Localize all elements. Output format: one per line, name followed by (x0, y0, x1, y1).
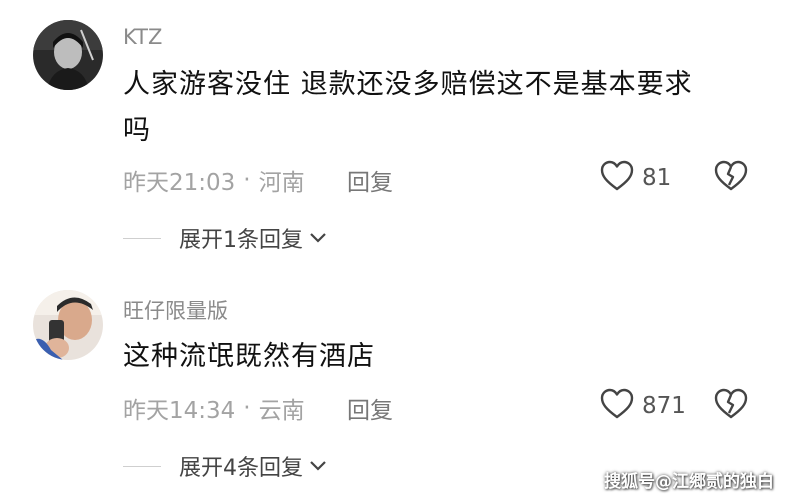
location: 云南 (258, 398, 305, 424)
comment-meta: 昨天14:34 · 云南 (123, 391, 305, 425)
reply-button[interactable]: 回复 (347, 391, 393, 425)
avatar[interactable] (33, 290, 103, 360)
comment-text: 人家游客没住 退款还没多赔偿这不是基本要求 吗 (123, 62, 743, 154)
comment-text-line: 这种流氓既然有酒店 (123, 341, 375, 372)
comment-text-line: 人家游客没住 退款还没多赔偿这不是基本要求 (123, 69, 693, 100)
broken-heart-icon (714, 160, 748, 196)
heart-outline-icon (600, 160, 634, 196)
username[interactable]: KTZ (123, 25, 162, 49)
separator: · (243, 395, 251, 421)
divider (123, 237, 161, 239)
username[interactable]: 旺仔限量版 (123, 295, 228, 325)
expand-replies-button[interactable]: 展开4条回复 (123, 450, 327, 482)
avatar[interactable] (33, 20, 103, 90)
broken-heart-icon (714, 388, 748, 424)
reply-button[interactable]: 回复 (347, 163, 393, 197)
divider (123, 465, 161, 467)
comment-item: 旺仔限量版 这种流氓既然有酒店 昨天14:34 · 云南 回复 871 展开4条… (0, 270, 786, 500)
chevron-down-icon (309, 457, 327, 476)
dislike-button[interactable] (714, 160, 748, 196)
chevron-down-icon (309, 229, 327, 248)
expand-replies-label: 展开4条回复 (179, 456, 303, 481)
comment-text: 这种流氓既然有酒店 (123, 334, 743, 380)
dislike-button[interactable] (714, 388, 748, 424)
expand-replies-button[interactable]: 展开1条回复 (123, 222, 327, 254)
like-button[interactable]: 81 (600, 160, 671, 196)
like-count: 871 (642, 393, 686, 419)
like-count: 81 (642, 165, 672, 191)
heart-outline-icon (600, 388, 634, 424)
like-button[interactable]: 871 (600, 388, 686, 424)
comment-item: KTZ 人家游客没住 退款还没多赔偿这不是基本要求 吗 昨天21:03 · 河南… (0, 0, 786, 270)
expand-replies-label: 展开1条回复 (179, 228, 303, 253)
separator: · (243, 167, 251, 193)
watermark: 搜狐号@江郷贰的独白 (604, 472, 774, 492)
timestamp: 昨天14:34 (123, 398, 236, 424)
timestamp: 昨天21:03 (123, 170, 236, 196)
comment-meta: 昨天21:03 · 河南 (123, 163, 305, 197)
location: 河南 (258, 170, 305, 196)
comment-text-line: 吗 (123, 115, 151, 146)
